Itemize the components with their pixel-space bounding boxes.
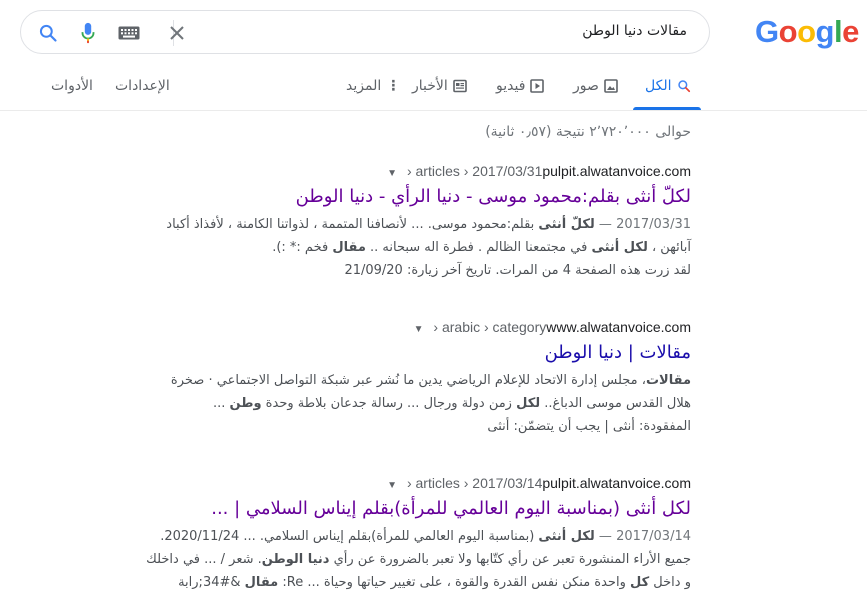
tab-label: الكل xyxy=(645,78,672,94)
search-icon[interactable] xyxy=(37,22,59,44)
cite-domain: pulpit.alwatanvoice.com xyxy=(542,163,691,179)
snippet-text: في مجتمعنا الظالم . فطرة اله سبحانه .. xyxy=(365,240,592,255)
result-title-link[interactable]: مقالات | دنيا الوطن xyxy=(131,339,691,367)
result-snippet: مقالات، مجلس إدارة الاتحاد للإعلام الريا… xyxy=(131,369,691,415)
video-icon xyxy=(530,79,545,93)
result-cite[interactable]: ▼ › articles › 2017/03/31pulpit.alwatanv… xyxy=(131,161,691,181)
snippet-text: ... xyxy=(212,396,230,411)
snippet-text: ، مجلس إدارة الاتحاد للإعلام الرياضي يدي… xyxy=(170,373,646,388)
snippet-date: 2017/03/14 — xyxy=(594,529,691,544)
tab-label: المزيد xyxy=(346,78,382,94)
tabs-bar: الكل صور فيديو الأخبار ⋮ المزيد الإعدادا… xyxy=(0,64,867,111)
chevron-down-icon[interactable]: ▼ xyxy=(414,324,424,335)
snippet-text: واحدة منكن نفس القدرة والقوة ، على تغيير… xyxy=(278,575,630,590)
mic-icon[interactable] xyxy=(77,22,99,44)
result-title-link[interactable]: لكلّ أنثى بقلم:محمود موسى - دنيا الرأي -… xyxy=(131,183,691,211)
result-title-link[interactable]: لكل أنثى (بمناسبة اليوم العالمي للمرأة)ب… xyxy=(131,495,691,523)
tab-more[interactable]: ⋮ المزيد xyxy=(346,78,400,94)
snippet-bold: مقالات xyxy=(645,373,691,388)
result-snippet: 2017/03/14 — لكل أنثى (بمناسبة اليوم الع… xyxy=(131,525,691,594)
snippet-text: . شعر / ... في داخلك xyxy=(146,552,262,567)
result-cite[interactable]: ▼ › arabic › categorywww.alwatanvoice.co… xyxy=(131,317,691,337)
snippet-bold: لكل أنثى xyxy=(538,529,595,544)
cite-domain: pulpit.alwatanvoice.com xyxy=(542,475,691,491)
logo-letter: o xyxy=(778,14,798,49)
result-snippet: 2017/03/31 — لكلّ أنثى بقلم:محمود موسى. … xyxy=(131,213,691,259)
snippet-text: جميع الأراء المنشورة تعبر عن رأي كتّابها… xyxy=(329,552,691,567)
snippet-bold: لكل xyxy=(516,396,541,411)
tab-news[interactable]: الأخبار xyxy=(412,78,467,94)
search-result: ▼ › arabic › categorywww.alwatanvoice.co… xyxy=(131,317,691,438)
cite-path: › articles › 2017/03/14 xyxy=(403,475,543,491)
cite-path: › arabic › category xyxy=(429,319,547,335)
search-result: ▼ › articles › 2017/03/31pulpit.alwatanv… xyxy=(131,161,691,282)
chevron-down-icon[interactable]: ▼ xyxy=(387,480,397,491)
snippet-bold: كل xyxy=(630,575,650,590)
tab-label: الأدوات xyxy=(51,78,93,94)
search-icon xyxy=(677,80,690,93)
snippet-text: بقلم:محمود موسى. ... لأنصافنا المتممة ، … xyxy=(166,217,539,232)
active-tab-indicator xyxy=(633,107,701,110)
search-result: ▼ › articles › 2017/03/14pulpit.alwatanv… xyxy=(131,473,691,594)
google-logo[interactable]: Google xyxy=(755,14,859,50)
keyboard-icon[interactable] xyxy=(117,22,141,44)
snippet-text: و داخل xyxy=(649,575,691,590)
snippet-date: 2017/03/31 — xyxy=(594,217,691,232)
result-cite[interactable]: ▼ › articles › 2017/03/14pulpit.alwatanv… xyxy=(131,473,691,493)
search-input[interactable]: مقالات دنيا الوطن xyxy=(582,23,687,39)
cite-domain: www.alwatanvoice.com xyxy=(546,319,691,335)
snippet-bold: دنيا الوطن xyxy=(261,552,330,567)
logo-letter: e xyxy=(842,14,859,49)
logo-letter: o xyxy=(797,14,816,49)
tab-all[interactable]: الكل xyxy=(645,78,691,94)
close-icon[interactable] xyxy=(166,22,188,44)
image-icon xyxy=(604,79,618,93)
snippet-bold: مقال xyxy=(244,575,279,590)
chevron-down-icon[interactable]: ▼ xyxy=(387,168,397,179)
logo-letter: g xyxy=(815,14,835,49)
news-icon xyxy=(452,79,467,93)
snippet-text: هلال القدس موسى الدباغ.. xyxy=(540,396,691,411)
snippet-text: &#34;رابة xyxy=(178,575,245,590)
tab-label: فيديو xyxy=(496,78,526,94)
tab-label: الأخبار xyxy=(412,78,448,94)
snippet-bold: وطن xyxy=(229,396,262,411)
snippet-bold: مقال xyxy=(332,240,366,255)
snippet-text: آبائهن ، xyxy=(647,240,691,255)
tab-label: الإعدادات xyxy=(115,78,170,94)
cite-path: › articles › 2017/03/31 xyxy=(403,163,543,179)
tab-label: صور xyxy=(573,78,599,94)
more-vert-icon: ⋮ xyxy=(386,78,401,94)
result-stats: حوالى ٢٬٧٢٠٬٠٠٠ نتيجة (٠٫٥٧ ثانية) xyxy=(485,124,691,140)
snippet-text: فخم :* :). xyxy=(272,240,333,255)
snippet-text: زمن دولة ورجال ... رسالة جدعان بلاطة وحد… xyxy=(261,396,517,411)
snippet-bold: لكلّ أنثى xyxy=(538,217,595,232)
snippet-text: (بمناسبة اليوم العالمي للمرأة)بقلم إيناس… xyxy=(160,529,539,544)
missing-terms: المفقودة: أنثى | يجب أن يتضمّن: أنثى xyxy=(487,419,691,434)
tab-settings[interactable]: الإعدادات xyxy=(115,78,170,94)
visit-history: لقد زرت هذه الصفحة 4 من المرات. تاريخ آخ… xyxy=(344,263,691,278)
tab-tools[interactable]: الأدوات xyxy=(51,78,93,94)
snippet-bold: لكل أنثى xyxy=(591,240,648,255)
tab-videos[interactable]: فيديو xyxy=(496,78,545,94)
tab-images[interactable]: صور xyxy=(573,78,618,94)
logo-letter: G xyxy=(755,14,779,49)
search-box[interactable]: مقالات دنيا الوطن xyxy=(20,10,710,54)
logo-letter: l xyxy=(833,14,843,49)
